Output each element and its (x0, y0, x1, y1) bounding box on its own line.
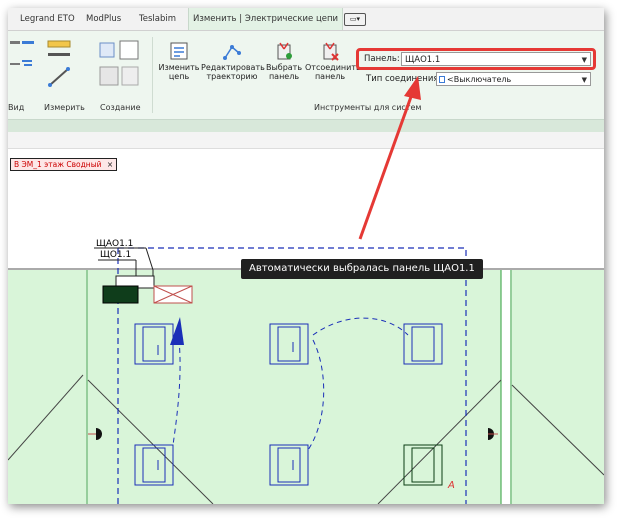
app-window: Legrand ETO ModPlus Teslabim Изменить | … (8, 8, 604, 504)
annotation-arrow (358, 76, 421, 240)
annotation-callout: Автоматически выбралась панель ЩАО1.1 (241, 259, 483, 279)
